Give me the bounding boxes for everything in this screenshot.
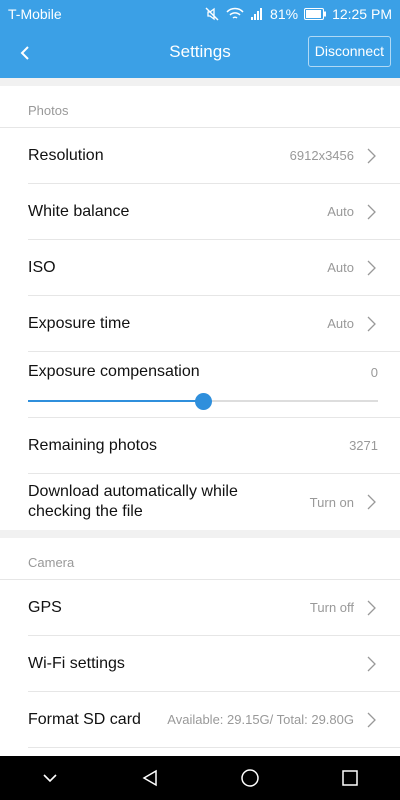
battery-icon <box>304 8 327 20</box>
status-bar: T-Mobile 81% 12:25 PM <box>0 0 400 28</box>
exposure-compensation-row: Exposure compensation 0 <box>28 352 400 418</box>
hide-keyboard-button[interactable] <box>30 758 70 798</box>
iso-row[interactable]: ISO Auto <box>28 240 400 296</box>
battery-percent: 81% <box>270 6 299 22</box>
remaining-photos-label: Remaining photos <box>28 436 157 454</box>
download-label-line2: checking the file <box>28 503 143 520</box>
recents-nav-button[interactable] <box>330 758 370 798</box>
photos-section: Photos Resolution 6912x3456 White balanc… <box>0 86 400 530</box>
exposure-compensation-value: 0 <box>370 364 378 380</box>
download-automatically-value: Turn on <box>309 494 354 510</box>
mute-icon <box>204 6 220 22</box>
disconnect-button[interactable]: Disconnect <box>307 36 391 67</box>
section-title-camera: Camera <box>0 538 400 580</box>
white-balance-value: Auto <box>327 204 354 219</box>
format-sd-card-label: Format SD card <box>28 710 141 728</box>
format-sd-card-value: Available: 29.15G/ Total: 29.80G <box>167 712 354 727</box>
app-bar: Settings Disconnect <box>0 28 400 78</box>
gps-value: Turn off <box>309 600 354 615</box>
exposure-compensation-slider[interactable] <box>28 390 378 412</box>
back-nav-button[interactable] <box>130 758 170 798</box>
settings-list[interactable]: Photos Resolution 6912x3456 White balanc… <box>0 78 400 756</box>
gps-label: GPS <box>28 598 62 616</box>
resolution-row[interactable]: Resolution 6912x3456 <box>28 128 400 184</box>
exposure-time-row[interactable]: Exposure time Auto <box>28 296 400 352</box>
wifi-icon <box>226 7 244 21</box>
wifi-settings-row[interactable]: Wi-Fi settings <box>28 636 400 692</box>
chevron-right-icon <box>364 600 378 616</box>
slider-thumb[interactable] <box>195 393 212 410</box>
spacer <box>0 530 400 538</box>
back-icon <box>142 769 157 787</box>
resolution-value: 6912x3456 <box>289 148 354 163</box>
system-nav-bar <box>0 756 400 800</box>
spacer <box>0 78 400 86</box>
resolution-label: Resolution <box>28 146 104 164</box>
exposure-time-label: Exposure time <box>28 314 131 332</box>
format-sd-card-row[interactable]: Format SD card Available: 29.15G/ Total:… <box>28 692 400 748</box>
chevron-right-icon <box>364 656 378 672</box>
chevron-right-icon <box>364 316 378 332</box>
camera-section: Camera GPS Turn off Wi-Fi settings Forma… <box>0 538 400 756</box>
chevron-right-icon <box>364 260 378 276</box>
clock: 12:25 PM <box>332 6 392 22</box>
wifi-settings-label: Wi-Fi settings <box>28 654 125 672</box>
white-balance-row[interactable]: White balance Auto <box>28 184 400 240</box>
exposure-compensation-label: Exposure compensation <box>28 363 200 380</box>
chevron-right-icon <box>364 204 378 220</box>
download-automatically-label: Download automatically while checking th… <box>28 482 302 522</box>
section-title-photos: Photos <box>0 86 400 128</box>
slider-fill <box>28 400 203 402</box>
iso-label: ISO <box>28 258 56 276</box>
exposure-time-value: Auto <box>327 316 354 331</box>
download-automatically-row[interactable]: Download automatically while checking th… <box>28 474 400 530</box>
chevron-right-icon <box>364 712 378 728</box>
status-icons: 81% 12:25 PM <box>204 6 392 22</box>
chevron-right-icon <box>364 148 378 164</box>
iso-value: Auto <box>327 260 354 275</box>
white-balance-label: White balance <box>28 202 130 220</box>
signal-icon <box>250 7 264 21</box>
download-label-line1: Download automatically while <box>28 483 238 500</box>
remaining-photos-row: Remaining photos 3271 <box>28 418 400 474</box>
chevron-right-icon <box>364 494 378 510</box>
recents-icon <box>342 770 358 786</box>
gps-row[interactable]: GPS Turn off <box>28 580 400 636</box>
home-nav-button[interactable] <box>230 758 270 798</box>
next-setting-row[interactable] <box>28 748 400 756</box>
home-icon <box>241 769 259 787</box>
carrier-name: T-Mobile <box>8 6 62 22</box>
hide-keyboard-icon <box>43 774 57 783</box>
remaining-photos-value: 3271 <box>349 438 378 453</box>
